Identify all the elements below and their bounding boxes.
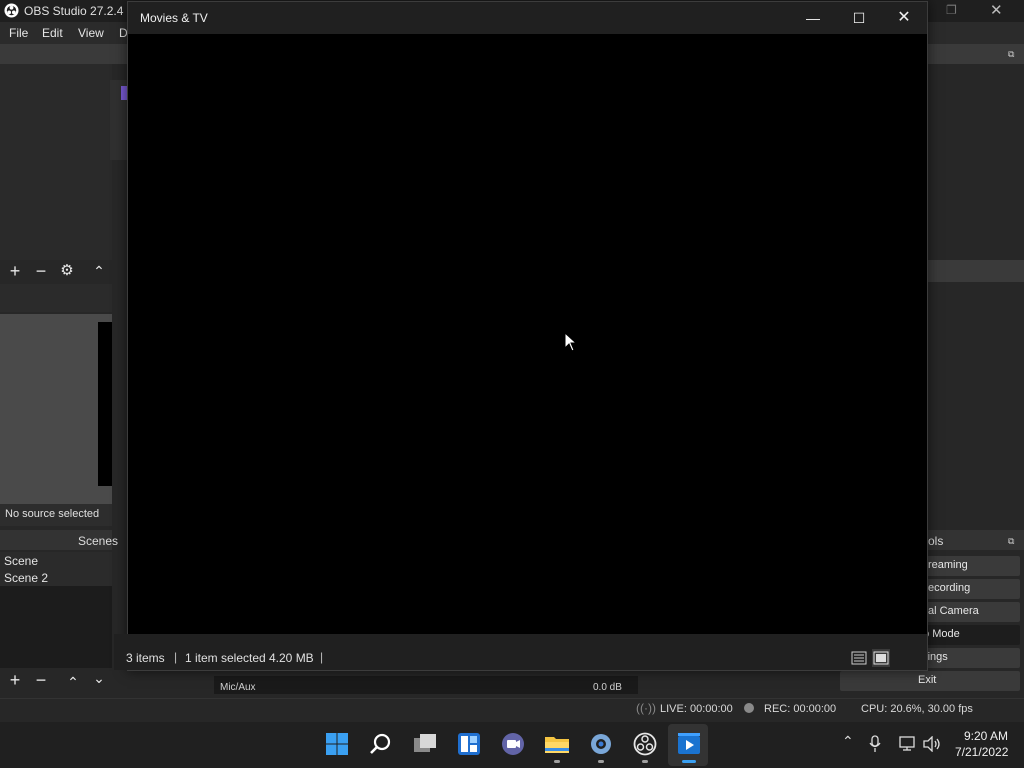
obs-logo-icon: [4, 3, 19, 18]
volume-icon[interactable]: [922, 736, 942, 752]
movies-tv-titlebar[interactable]: Movies & TV — ☐ ✕: [128, 2, 927, 34]
scenes-header-label: Scenes: [78, 534, 119, 548]
video-player-surface[interactable]: [128, 34, 927, 634]
right-dock-bar: [928, 260, 1024, 282]
streaming-label: reaming: [928, 559, 968, 571]
network-icon[interactable]: [899, 736, 917, 752]
separator: |: [320, 650, 324, 664]
preview-area: [0, 64, 112, 260]
exit-button[interactable]: Exit: [840, 671, 1020, 691]
restore-icon[interactable]: ❐: [946, 3, 957, 17]
recording-label: ecording: [928, 582, 971, 594]
remove-scene-button[interactable]: −: [30, 669, 52, 691]
clock-time[interactable]: 9:20 AM: [964, 729, 1008, 743]
menu-edit[interactable]: Edit: [42, 26, 63, 40]
close-icon[interactable]: ✕: [990, 1, 1003, 19]
minimize-button[interactable]: —: [790, 2, 836, 34]
scene-up-chevron-icon[interactable]: ⌃: [62, 671, 84, 693]
maximize-button[interactable]: ☐: [836, 2, 882, 34]
no-source-label: No source selected: [0, 504, 112, 526]
search-icon[interactable]: [367, 730, 395, 758]
movies-tv-title: Movies & TV: [140, 11, 208, 25]
chat-icon[interactable]: [499, 730, 527, 758]
large-icons-view-icon[interactable]: [872, 649, 890, 667]
exit-label: Exit: [918, 674, 937, 686]
item-count: 3 items: [126, 651, 165, 665]
move-up-chevron-icon[interactable]: ⌃: [88, 260, 110, 282]
scenes-dock-header: Scenes: [0, 530, 118, 550]
live-broadcast-icon: ((·)): [636, 701, 656, 715]
show-hidden-icons-chevron-icon[interactable]: ⌃: [842, 733, 854, 750]
audio-mixer-track: [214, 676, 638, 694]
file-explorer-icon[interactable]: [543, 730, 571, 758]
active-indicator: [682, 760, 696, 763]
source-preview-black: [98, 322, 112, 486]
selected-size: 4.20 MB: [269, 651, 314, 665]
windows-start-icon[interactable]: [323, 730, 351, 758]
task-view-icon[interactable]: [411, 730, 439, 758]
menu-file[interactable]: File: [9, 26, 28, 40]
cpu-usage: CPU: 20.6%, 30.00 fps: [861, 703, 973, 715]
obs-window-title: OBS Studio 27.2.4 (6: [24, 4, 138, 18]
live-timer: LIVE: 00:00:00: [660, 703, 733, 715]
undock-icon[interactable]: ⧉: [1008, 49, 1014, 60]
scene-row[interactable]: Scene: [0, 552, 112, 569]
mixer-track-db: 0.0 dB: [593, 682, 622, 693]
selected-count: 1 item selected: [185, 651, 266, 665]
running-indicator: [554, 760, 560, 763]
right-dock-area: [928, 64, 1024, 260]
mouse-cursor-icon: [564, 332, 578, 352]
add-scene-button[interactable]: +: [4, 669, 26, 691]
running-indicator: [642, 760, 648, 763]
source-preview-panel: [0, 314, 112, 504]
clock-date[interactable]: 7/21/2022: [955, 745, 1008, 759]
scene-down-chevron-icon[interactable]: ⌄: [88, 667, 110, 689]
scene-label: Scene: [4, 554, 39, 568]
settings-icon[interactable]: [587, 730, 615, 758]
movies-tv-icon[interactable]: [675, 730, 703, 758]
remove-source-button[interactable]: −: [30, 260, 52, 282]
virtual-camera-label: al Camera: [928, 605, 979, 617]
running-indicator: [598, 760, 604, 763]
menu-view[interactable]: View: [78, 26, 104, 40]
no-source-text: No source selected: [5, 508, 100, 520]
add-source-button[interactable]: +: [4, 260, 26, 282]
rec-dot-icon: [744, 703, 754, 713]
microphone-icon[interactable]: [868, 735, 882, 753]
obs-icon[interactable]: [631, 730, 659, 758]
widgets-icon[interactable]: [455, 730, 483, 758]
window-close-button[interactable]: ✕: [881, 2, 927, 34]
separator: |: [174, 650, 178, 664]
rec-timer: REC: 00:00:00: [764, 703, 837, 715]
controls-undock-icon[interactable]: ⧉: [1008, 536, 1014, 547]
controls-header-label: ols: [928, 534, 944, 548]
source-settings-gear-icon[interactable]: ⚙: [56, 260, 78, 282]
details-view-icon[interactable]: [850, 649, 868, 667]
spacer: [0, 284, 112, 312]
movies-tv-window: Movies & TV — ☐ ✕: [127, 1, 928, 671]
scene-label: Scene 2: [4, 571, 49, 585]
mixer-track-name: Mic/Aux: [220, 682, 256, 693]
scene-row[interactable]: Scene 2: [0, 569, 112, 586]
